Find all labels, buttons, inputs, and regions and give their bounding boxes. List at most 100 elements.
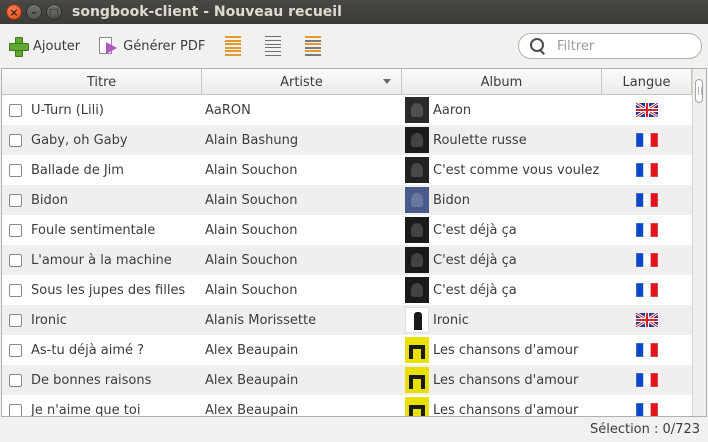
title-cell: Bidon	[2, 185, 202, 215]
artist-cell: Alain Souchon	[202, 245, 402, 275]
album-cover-image	[405, 307, 429, 333]
song-title: L'amour à la machine	[31, 252, 172, 268]
song-artist: Alain Souchon	[205, 192, 298, 208]
song-title: Sous les jupes des filles	[31, 282, 186, 298]
maximize-icon[interactable]: □	[46, 4, 62, 20]
vertical-scrollbar[interactable]	[692, 69, 706, 416]
album-cell: Roulette russe	[402, 125, 602, 155]
generate-pdf-button[interactable]: Générer PDF	[94, 31, 209, 61]
table-row[interactable]: Sous les jupes des filles Alain Souchon C'…	[2, 275, 692, 305]
song-artist: Alex Beaupain	[205, 402, 299, 417]
song-artist: Alain Bashung	[205, 132, 299, 148]
row-checkbox[interactable]	[9, 403, 22, 416]
table-row[interactable]: Je n'aime que toi Alex Beaupain Les chanso…	[2, 395, 692, 417]
scrollbar-thumb[interactable]	[695, 79, 703, 103]
minimize-icon[interactable]: –	[26, 4, 42, 20]
artist-cell: Alain Bashung	[202, 125, 402, 155]
song-title: Bidon	[31, 192, 68, 208]
language-cell	[602, 275, 692, 305]
table-row[interactable]: As-tu déjà aimé ? Alex Beaupain Les chanso…	[2, 335, 692, 365]
song-album: Ironic	[433, 312, 469, 328]
artist-cell: Alex Beaupain	[202, 365, 402, 395]
french-flag-icon	[636, 133, 658, 147]
album-cell: C'est comme vous voulez	[402, 155, 602, 185]
language-cell	[602, 305, 692, 335]
list-gray-icon[interactable]	[263, 35, 283, 57]
french-flag-icon	[636, 373, 658, 387]
song-title: Gaby, oh Gaby	[31, 132, 128, 148]
album-cell: C'est déjà ça	[402, 275, 602, 305]
artist-cell: Alain Souchon	[202, 185, 402, 215]
song-album: C'est déjà ça	[433, 222, 517, 238]
song-album: Roulette russe	[433, 132, 527, 148]
row-checkbox[interactable]	[9, 163, 22, 177]
search-icon	[529, 37, 547, 55]
row-checkbox[interactable]	[9, 253, 22, 267]
song-album: C'est déjà ça	[433, 282, 517, 298]
album-cover-image	[405, 97, 429, 123]
column-header-title[interactable]: Titre	[2, 69, 202, 95]
add-button[interactable]: Ajouter	[4, 31, 84, 61]
song-title: Ironic	[31, 312, 67, 328]
title-cell: As-tu déjà aimé ?	[2, 335, 202, 365]
song-title: Ballade de Jim	[31, 162, 124, 178]
language-cell	[602, 125, 692, 155]
column-header-album[interactable]: Album	[402, 69, 602, 95]
title-cell: Gaby, oh Gaby	[2, 125, 202, 155]
french-flag-icon	[636, 343, 658, 357]
song-album: C'est comme vous voulez	[433, 162, 600, 178]
album-cell: Les chansons d'amour	[402, 395, 602, 416]
row-checkbox[interactable]	[9, 313, 22, 327]
table-row[interactable]: Foule sentimentale Alain Souchon C'est déj…	[2, 215, 692, 245]
row-checkbox[interactable]	[9, 223, 22, 237]
artist-cell: Alex Beaupain	[202, 335, 402, 365]
table-row[interactable]: Ironic Alanis Morissette Ironic	[2, 305, 692, 335]
album-cover-image	[405, 157, 429, 183]
row-checkbox[interactable]	[9, 133, 22, 147]
column-header-artist[interactable]: Artiste	[202, 69, 402, 95]
search-box[interactable]	[518, 33, 702, 59]
title-cell: Sous les jupes des filles	[2, 275, 202, 305]
toolbar: Ajouter Générer PDF	[0, 24, 708, 68]
table-row[interactable]: L'amour à la machine Alain Souchon C'est d…	[2, 245, 692, 275]
table-row[interactable]: U-Turn (Lili) AaRON Aaron	[2, 95, 692, 125]
row-checkbox[interactable]	[9, 373, 22, 387]
album-cover-image	[405, 217, 429, 243]
window-title: songbook-client - Nouveau recueil	[72, 4, 342, 20]
table-row[interactable]: Bidon Alain Souchon Bidon	[2, 185, 692, 215]
add-button-label: Ajouter	[33, 38, 81, 54]
artist-cell: Alain Souchon	[202, 215, 402, 245]
row-checkbox[interactable]	[9, 283, 22, 297]
title-cell: Je n'aime que toi	[2, 395, 202, 416]
language-cell	[602, 365, 692, 395]
close-icon[interactable]: ×	[6, 4, 22, 20]
album-cell: Les chansons d'amour	[402, 365, 602, 395]
filter-input[interactable]	[557, 38, 697, 54]
table-row[interactable]: De bonnes raisons Alex Beaupain Les chanso…	[2, 365, 692, 395]
row-checkbox[interactable]	[9, 193, 22, 207]
album-cell: Ironic	[402, 305, 602, 335]
add-icon	[8, 36, 29, 57]
sort-descending-icon	[383, 79, 391, 84]
song-title: As-tu déjà aimé ?	[31, 342, 145, 358]
french-flag-icon	[636, 283, 658, 297]
song-artist: Alex Beaupain	[205, 372, 299, 388]
album-cover-image	[405, 367, 429, 393]
song-artist: Alain Souchon	[205, 282, 298, 298]
title-bar: × – □ songbook-client - Nouveau recueil	[0, 0, 708, 24]
table-row[interactable]: Ballade de Jim Alain Souchon C'est comme v…	[2, 155, 692, 185]
song-table: Titre Artiste Album Langue U-Turn (Lili)…	[1, 68, 707, 417]
list-orange-icon[interactable]	[223, 35, 243, 57]
row-checkbox[interactable]	[9, 103, 22, 117]
artist-cell: Alain Souchon	[202, 275, 402, 305]
column-header-language[interactable]: Langue	[602, 69, 692, 95]
table-header: Titre Artiste Album Langue	[2, 69, 692, 95]
list-mixed-icon[interactable]	[303, 35, 323, 57]
album-cell: Aaron	[402, 95, 602, 125]
song-album: C'est déjà ça	[433, 252, 517, 268]
row-checkbox[interactable]	[9, 343, 22, 357]
song-artist: Alanis Morissette	[205, 312, 317, 328]
title-cell: De bonnes raisons	[2, 365, 202, 395]
album-cover-image	[405, 397, 429, 416]
table-row[interactable]: Gaby, oh Gaby Alain Bashung Roulette russe	[2, 125, 692, 155]
